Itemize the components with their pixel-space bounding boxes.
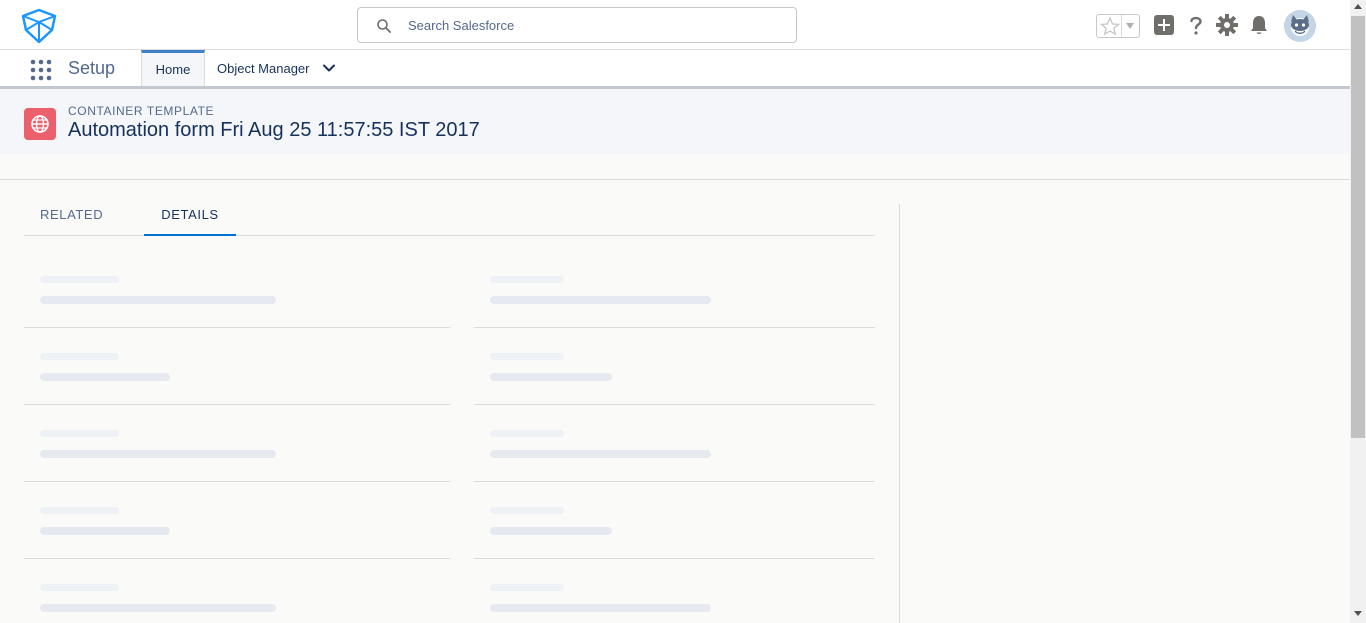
search-input[interactable] [408,16,778,34]
favorites-group [1096,14,1140,38]
placeholder-value [40,373,170,381]
astro-avatar-icon [1284,10,1316,42]
placeholder-value [490,296,711,304]
field-placeholder [24,482,450,559]
field-placeholder [474,405,875,482]
app-name: Setup [68,58,116,78]
placeholder-label [490,430,564,437]
placeholder-value [40,296,276,304]
column-divider [899,204,900,623]
help-icon[interactable] [1184,13,1208,37]
placeholder-value [40,604,276,612]
setup-gear-icon[interactable] [1215,13,1239,37]
nav-tab-label: Home [155,62,191,77]
record-header: CONTAINER TEMPLATE Automation form Fri A… [0,89,1350,154]
record-title: Automation form Fri Aug 25 11:57:55 IST … [68,119,480,141]
nav-tab-home[interactable]: Home [141,50,205,86]
chevron-down-icon[interactable] [322,61,336,75]
globe-icon [31,115,49,133]
scroll-up-arrow-icon[interactable] [1354,4,1362,9]
placeholder-label [40,584,119,591]
add-icon[interactable] [1152,13,1176,37]
favorites-star-icon[interactable] [1099,16,1121,36]
placeholder-value [490,373,612,381]
field-placeholder [24,328,450,405]
field-placeholder [474,251,875,328]
app-launcher-icon[interactable] [29,58,53,82]
field-placeholder [24,251,450,328]
field-placeholder [24,559,450,623]
record-type-icon [24,108,56,140]
placeholder-value [490,604,711,612]
tab-details[interactable]: DETAILS [144,202,236,236]
favorites-divider [1121,15,1122,37]
context-bar: Setup Home Object Manager [0,50,1350,89]
favorites-dropdown-icon[interactable] [1125,22,1135,30]
tab-related[interactable]: RELATED [40,202,103,236]
field-placeholder [24,405,450,482]
field-placeholder [474,559,875,623]
placeholder-value [490,450,711,458]
placeholder-value [490,527,612,535]
record-tabs: RELATED DETAILS [24,202,875,236]
placeholder-label [40,430,119,437]
page-scrollbar[interactable] [1350,0,1366,623]
nav-tab-label: Object Manager [217,60,310,76]
record-type-label: CONTAINER TEMPLATE [68,104,215,118]
placeholder-label [490,584,564,591]
placeholder-label [490,507,564,514]
search-box[interactable] [357,7,797,43]
logo-icon[interactable] [19,8,59,44]
placeholder-label [40,507,119,514]
field-placeholder [474,328,875,405]
field-placeholder [474,482,875,559]
search-icon [377,19,391,33]
placeholder-value [40,527,170,535]
placeholder-label [490,353,564,360]
global-header [0,0,1350,50]
placeholder-label [490,276,564,283]
placeholder-label [40,353,119,360]
record-main-panel: RELATED DETAILS [0,180,1350,623]
notifications-bell-icon[interactable] [1247,13,1271,37]
nav-tab-object-manager[interactable]: Object Manager [205,50,353,86]
placeholder-value [40,450,276,458]
scroll-down-arrow-icon[interactable] [1354,611,1362,616]
user-avatar[interactable] [1284,10,1316,42]
placeholder-label [40,276,119,283]
scrollbar-thumb[interactable] [1351,16,1365,438]
